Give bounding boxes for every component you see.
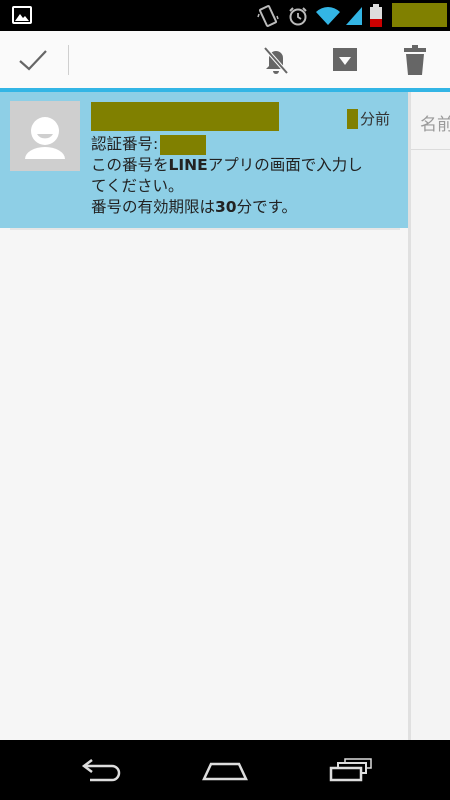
body-line-2: てください。 [91,177,184,195]
time-suffix: 分前 [359,110,390,128]
avatar[interactable] [10,101,80,171]
back-button[interactable] [68,740,132,800]
list-item-divider [10,228,400,230]
detail-divider [411,149,450,150]
mute-button[interactable] [252,31,300,88]
message-body: 認証番号: この番号をLINEアプリの画面で入力し てください。 番号の有効期限… [91,134,396,218]
sender-name-redacted [91,102,279,131]
vibrate-icon [257,5,279,27]
clock-redacted [392,3,447,27]
done-button[interactable] [8,31,58,88]
code-redacted [160,134,207,155]
mute-bell-icon [263,46,289,74]
checkmark-icon [19,49,47,71]
code-line: 認証番号: [91,134,396,155]
gallery-icon [12,6,32,24]
archive-icon [333,47,357,71]
alarm-icon [289,7,307,26]
minutes-redacted [346,108,358,129]
message-list: 分前 認証番号: この番号をLINEアプリの画面で入力し てください。 番号の有… [0,92,408,740]
default-person-icon [25,117,65,159]
navigation-bar [0,740,450,800]
delete-button[interactable] [392,31,438,88]
archive-button[interactable] [322,31,368,88]
battery-icon [370,4,382,27]
list-item-selected[interactable]: 分前 認証番号: この番号をLINEアプリの画面で入力し てください。 番号の有… [0,92,408,228]
status-bar [0,0,450,31]
action-bar-divider [68,45,69,75]
back-icon [81,759,121,782]
timestamp: 分前 [346,108,390,129]
recent-apps-button[interactable] [318,740,384,800]
body-line-3: 番号の有効期限は30分です。 [91,198,298,216]
detail-pane[interactable]: 名前 [411,92,450,740]
code-label: 認証番号: [91,135,159,153]
action-bar [0,31,450,88]
home-button[interactable] [192,740,258,800]
trash-icon [404,44,426,75]
wifi-icon [316,7,340,25]
recent-apps-icon [329,758,372,782]
signal-icon [346,7,362,25]
body-line-1: この番号をLINEアプリの画面で入力し [91,156,363,174]
name-field-placeholder[interactable]: 名前 [420,110,450,135]
home-icon [202,762,248,781]
